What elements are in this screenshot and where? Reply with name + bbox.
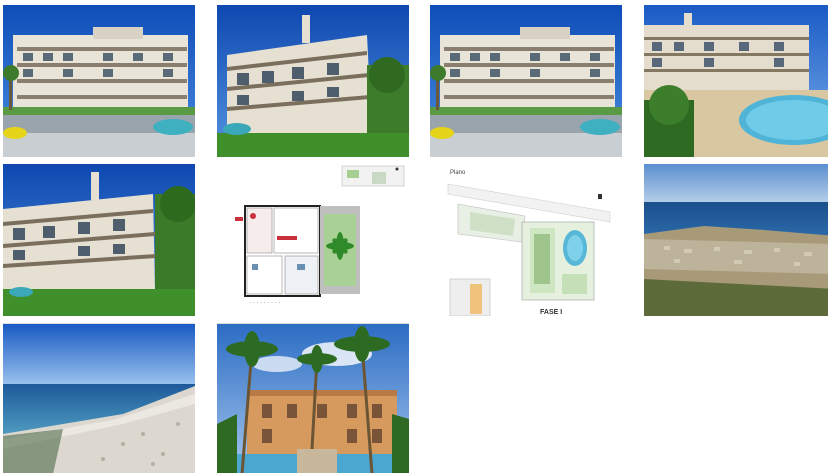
thumb-aerial-coast[interactable]: [644, 164, 828, 316]
image-gallery: · · · · · · · · · Plano FASE I: [0, 0, 828, 473]
thumb-building-angle[interactable]: [217, 5, 409, 157]
building-garden-image: [3, 164, 195, 316]
svg-text:· · · · · · · · ·: · · · · · · · · ·: [249, 300, 280, 306]
thumb-building-pool[interactable]: [644, 5, 828, 157]
thumb-building-garden[interactable]: [3, 164, 195, 316]
site-plan-corner-label: Plano: [450, 170, 466, 176]
site-plan-phase-label: FASE I: [540, 309, 562, 316]
site-plan-image: Plano FASE I: [430, 164, 622, 316]
building-street-image: [3, 5, 195, 157]
palm-building-image: [217, 324, 409, 473]
thumb-building-street-1[interactable]: [3, 5, 195, 157]
building-pool-image: [644, 5, 828, 157]
building-angle-image: [217, 5, 409, 157]
beach-image: [3, 324, 195, 473]
aerial-coast-image: [644, 164, 828, 316]
thumb-site-plan[interactable]: Plano FASE I: [430, 164, 622, 316]
thumb-beach[interactable]: [3, 323, 195, 473]
building-street-image: [430, 5, 622, 157]
thumb-floor-plan[interactable]: · · · · · · · · ·: [217, 164, 409, 316]
floor-plan-image: · · · · · · · · ·: [217, 164, 409, 316]
thumb-building-street-2[interactable]: [430, 5, 622, 157]
thumb-palm-building[interactable]: [217, 323, 409, 473]
